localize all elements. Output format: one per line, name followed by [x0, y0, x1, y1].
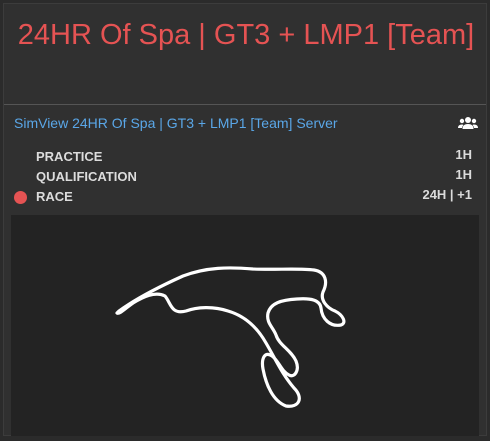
- track-map: [11, 215, 479, 436]
- spa-track-outline-icon: [115, 266, 346, 408]
- event-title: 24HR Of Spa | GT3 + LMP1 [Team]: [17, 19, 475, 51]
- session-qualification-duration: 1H: [455, 167, 472, 182]
- divider: [4, 104, 486, 105]
- session-practice-duration: 1H: [455, 147, 472, 162]
- server-name-link[interactable]: SimView 24HR Of Spa | GT3 + LMP1 [Team] …: [14, 115, 338, 131]
- session-race-label: RACE: [36, 189, 73, 204]
- session-practice-label: PRACTICE: [36, 149, 103, 164]
- session-qualification-label: QUALIFICATION: [36, 169, 137, 184]
- race-live-indicator: [14, 191, 27, 204]
- server-card: 24HR Of Spa | GT3 + LMP1 [Team] SimView …: [3, 3, 487, 436]
- session-race-duration: 24H | +1: [422, 187, 472, 202]
- users-icon[interactable]: [458, 116, 478, 130]
